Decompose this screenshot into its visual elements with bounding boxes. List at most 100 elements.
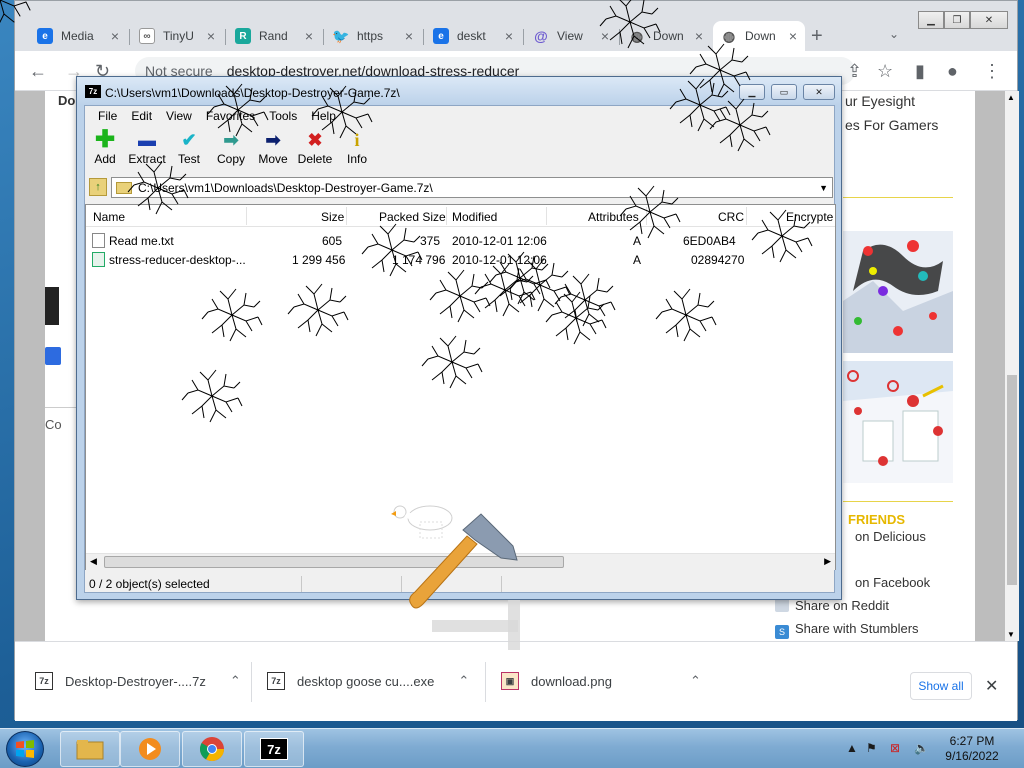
minimize-button[interactable]: ▁ [918, 11, 944, 29]
new-tab-button[interactable]: + [811, 25, 823, 48]
cell-crc: 02894270 [691, 253, 745, 267]
tab-random[interactable]: R Rand × [227, 21, 321, 51]
side-link-gamers[interactable]: es For Gamers [845, 117, 938, 133]
tab-download-active[interactable]: ◍ Down × [713, 21, 805, 51]
share-reddit[interactable]: Share on Reddit [775, 598, 889, 613]
r-icon: R [235, 28, 251, 44]
menu-kebab-icon[interactable]: ⋮ [983, 61, 1001, 82]
chevron-up-icon[interactable]: ⌃ [458, 673, 469, 689]
page-scrollbar-thumb[interactable] [1007, 375, 1017, 585]
back-icon[interactable]: ← [29, 61, 47, 82]
tab-media[interactable]: e Media × [29, 21, 127, 51]
cell-name: stress-reducer-desktop-... [109, 253, 246, 267]
col-size[interactable]: Size [321, 210, 344, 224]
close-icon[interactable]: × [305, 28, 313, 44]
col-crc[interactable]: CRC [718, 210, 744, 224]
7zip-taskbar-button[interactable]: 7z [244, 731, 304, 767]
edge-icon: e [37, 28, 53, 44]
share-delicious[interactable]: on Delicious [855, 529, 926, 544]
tab-tinyurl[interactable]: ∞ TinyU × [131, 21, 223, 51]
close-download-bar-icon[interactable]: ✕ [985, 676, 998, 696]
scroll-left-icon[interactable]: ◀ [90, 556, 97, 567]
tab-desktop[interactable]: e deskt × [425, 21, 521, 51]
cell-size: 605 [322, 234, 343, 248]
close-icon[interactable]: × [505, 28, 513, 44]
tab-label: Rand [259, 29, 288, 43]
close-icon[interactable]: × [601, 28, 609, 44]
media-player-icon [139, 738, 161, 760]
tab-search-icon[interactable]: ⌄ [889, 27, 899, 41]
chrome-icon [199, 737, 224, 762]
menu-tools[interactable]: Tools [262, 106, 304, 126]
download-name: Desktop-Destroyer-....7z [65, 673, 206, 689]
col-packed-size[interactable]: Packed Size [379, 210, 446, 224]
show-all-button[interactable]: Show all [910, 672, 972, 700]
download-item-7z[interactable]: 7z Desktop-Destroyer-....7z ⌃ [35, 672, 241, 690]
col-name[interactable]: Name [93, 210, 125, 224]
like-button-fragment[interactable] [45, 347, 61, 365]
download-bar: 7z Desktop-Destroyer-....7z ⌃ 7z desktop… [15, 641, 1017, 721]
volume-icon[interactable]: 🔈 [914, 741, 929, 755]
info-button[interactable]: i Info [332, 128, 382, 166]
cell-attr: A [633, 253, 642, 267]
tray-expand-icon[interactable]: ▲ [846, 741, 858, 755]
close-window-button[interactable]: ✕ [970, 11, 1008, 29]
menu-file[interactable]: File [91, 106, 124, 126]
7zip-minimize-button[interactable]: ▁ [739, 84, 765, 100]
table-row[interactable]: Read me.txt 605 375 2010-12-01 12:06 A 6… [86, 231, 835, 250]
side-link-eyesight[interactable]: ur Eyesight [845, 93, 915, 109]
col-encrypted[interactable]: Encrypte [786, 210, 833, 224]
chevron-down-icon[interactable]: ▼ [819, 183, 828, 193]
explorer-taskbar-button[interactable] [60, 731, 120, 767]
tab-twitter[interactable]: 🐦 https × [325, 21, 421, 51]
maximize-button[interactable]: ❐ [944, 11, 970, 29]
share-icon[interactable]: ⇪ [847, 61, 862, 82]
cell-packed: 375 [420, 234, 441, 248]
link-icon: ∞ [139, 28, 155, 44]
clock[interactable]: 6:27 PM 9/16/2022 [932, 734, 1012, 764]
col-attributes[interactable]: Attributes [588, 210, 639, 224]
explorer-icon [76, 740, 104, 760]
page-scrollbar[interactable]: ▲ ▼ [1005, 91, 1019, 641]
menu-favorites[interactable]: Favorites [199, 106, 262, 126]
tab-download-1[interactable]: ◍ Down × [621, 21, 711, 51]
menu-edit[interactable]: Edit [124, 106, 159, 126]
7zip-titlebar[interactable]: 7z C:\Users\vm1\Downloads\Desktop-Destro… [77, 77, 841, 105]
share-facebook[interactable]: on Facebook [855, 575, 930, 590]
chrome-taskbar-button[interactable] [182, 731, 242, 767]
folder-up-icon[interactable]: ↑ [89, 178, 107, 196]
start-button[interactable] [6, 731, 44, 767]
share-stumbleupon[interactable]: S Share with Stumblers [775, 621, 919, 639]
7zip-path-field[interactable]: C:\Users\vm1\Downloads\Desktop-Destroyer… [111, 177, 833, 198]
network-icon[interactable]: ⊠ [890, 741, 900, 755]
menu-view[interactable]: View [159, 106, 199, 126]
close-icon[interactable]: × [695, 28, 703, 44]
chevron-up-icon[interactable]: ⌃ [230, 673, 241, 689]
close-icon[interactable]: × [405, 28, 413, 44]
scroll-right-icon[interactable]: ▶ [824, 556, 831, 567]
table-row[interactable]: stress-reducer-desktop-... 1 299 456 1 1… [86, 250, 835, 269]
media-player-taskbar-button[interactable] [120, 731, 180, 767]
download-name: desktop goose cu....exe [297, 673, 435, 689]
goose-shadow [432, 620, 518, 632]
globe-icon: ◍ [722, 27, 736, 44]
close-icon[interactable]: × [111, 28, 119, 44]
bookmark-star-icon[interactable]: ☆ [877, 61, 893, 82]
goose-shadow-post [508, 600, 520, 650]
game-screenshot-1[interactable] [843, 231, 953, 353]
profile-avatar-icon[interactable]: ● [947, 61, 958, 82]
chevron-up-icon[interactable]: ⌃ [690, 673, 701, 689]
close-icon[interactable]: × [207, 28, 215, 44]
folder-icon [116, 181, 132, 194]
7zip-maximize-button[interactable]: ▭ [771, 84, 797, 100]
download-item-png[interactable]: ▣ download.png ⌃ [501, 672, 701, 690]
side-panel-icon[interactable]: ▮ [915, 61, 925, 82]
7zip-close-button[interactable]: ✕ [803, 84, 835, 100]
col-modified[interactable]: Modified [452, 210, 497, 224]
game-screenshot-2[interactable] [843, 361, 953, 483]
flag-icon[interactable]: ⚑ [866, 741, 877, 755]
close-icon[interactable]: × [789, 28, 797, 44]
menu-help[interactable]: Help [304, 106, 343, 126]
download-item-goose[interactable]: 7z desktop goose cu....exe ⌃ [267, 672, 469, 690]
tab-view[interactable]: @ View × [525, 21, 617, 51]
